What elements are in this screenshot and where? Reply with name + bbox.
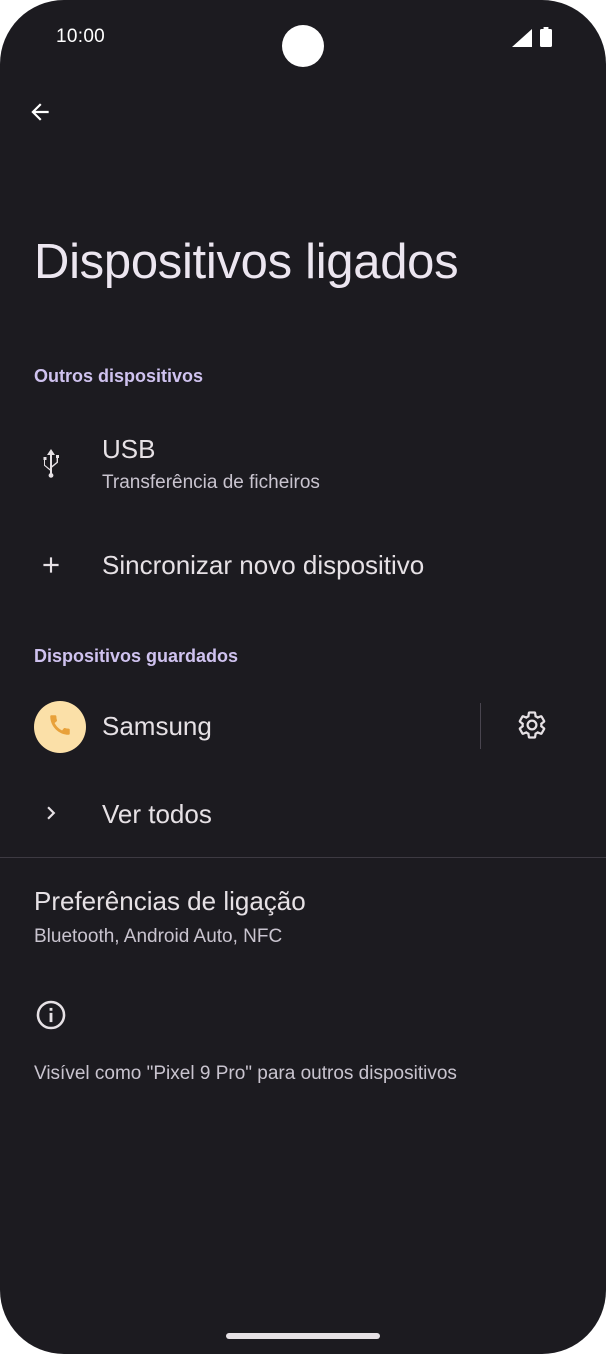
back-button[interactable] [20,94,60,134]
connection-preferences-title: Preferências de ligação [34,886,306,916]
connection-preferences-subtitle: Bluetooth, Android Auto, NFC [34,926,283,947]
status-time: 10:00 [56,26,106,47]
usb-row[interactable]: USB Transferência de ficheiros [0,424,606,504]
device-avatar [34,701,86,753]
status-bar: 10:00 [0,0,606,76]
row-divider [480,703,481,749]
battery-icon [540,27,552,52]
camera-cutout [282,25,324,67]
usb-icon [36,446,66,480]
device-settings-button[interactable] [506,705,558,749]
arrow-back-icon [27,99,53,130]
usb-title: USB [102,434,156,464]
phone-screen: 10:00 Dispositivos ligados Outros dispos… [0,0,606,1354]
see-all-title: Ver todos [102,799,212,829]
section-divider [0,857,606,858]
phone-icon [47,712,73,743]
see-all-row[interactable]: Ver todos [0,784,606,844]
page-title: Dispositivos ligados [34,235,459,289]
saved-device-name: Samsung [102,711,212,741]
pair-new-device-row[interactable]: Sincronizar novo dispositivo [0,530,606,600]
visibility-footer-text: Visível como "Pixel 9 Pro" para outros d… [34,1063,457,1084]
home-indicator[interactable] [226,1333,380,1339]
info-icon [34,998,68,1032]
signal-icon [512,29,532,52]
chevron-right-icon [36,798,66,828]
status-icons [512,27,552,52]
section-header-other-devices: Outros dispositivos [34,366,204,386]
saved-device-row-samsung[interactable]: Samsung [0,701,606,753]
usb-subtitle: Transferência de ficheiros [102,472,320,493]
connection-preferences-row[interactable]: Preferências de ligação Bluetooth, Andro… [0,870,606,966]
gear-icon [517,710,547,745]
plus-icon [36,550,66,580]
pair-new-device-title: Sincronizar novo dispositivo [102,550,425,580]
section-header-saved-devices: Dispositivos guardados [34,646,239,666]
